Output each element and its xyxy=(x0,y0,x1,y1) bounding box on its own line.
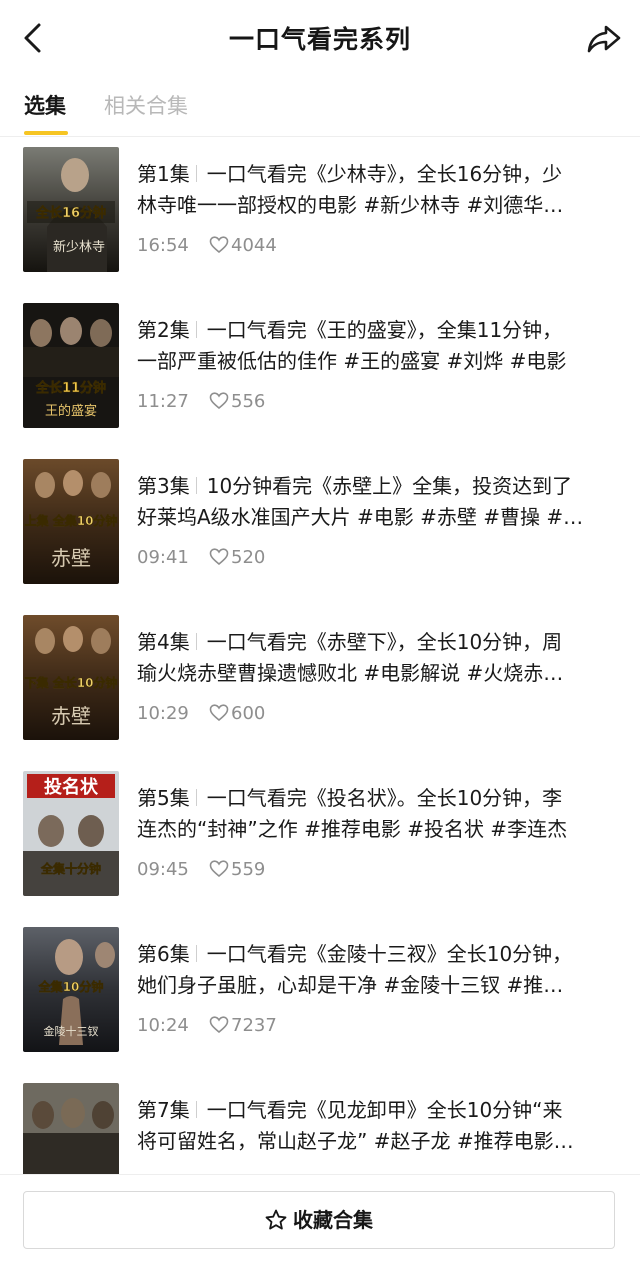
heart-icon xyxy=(209,860,229,878)
active-tab-indicator xyxy=(24,131,68,135)
episode-description: 一部严重被低估的佳作 #王的盛宴 #刘烨 #电影 xyxy=(137,349,567,373)
episode-duration: 09:41 xyxy=(137,547,189,568)
episode-item[interactable]: 上集 全集10分钟 赤壁 第3集 10分钟看完《赤壁上》全集，投资达到了 好莱坞A… xyxy=(0,459,640,615)
star-outline-icon xyxy=(265,1209,287,1230)
episode-poster: 投名状 全集十分钟 xyxy=(23,771,119,896)
episode-number: 第1集 xyxy=(137,162,190,186)
episode-list[interactable]: 全长16分钟 新少林寺 第1集 一口气看完《少林寺》，全长16分钟，少 林寺唯一一… xyxy=(0,137,640,1174)
episode-description: 林寺唯一一部授权的电影 #新少林寺 #刘德华… xyxy=(137,193,564,217)
heart-icon xyxy=(209,1016,229,1034)
like-count: 4044 xyxy=(209,235,277,256)
episode-number: 第5集 xyxy=(137,786,190,810)
poster-title: 新少林寺 xyxy=(53,239,105,255)
episode-item[interactable]: 全长16分钟 新少林寺 第1集 一口气看完《少林寺》，全长16分钟，少 林寺唯一一… xyxy=(0,147,640,303)
episode-title: 一口气看完《见龙卸甲》全长10分钟“来 xyxy=(206,1098,563,1122)
episode-title: 一口气看完《赤壁下》，全长10分钟，周 xyxy=(206,630,563,654)
episode-description: 她们身子虽脏，心却是干净 #金陵十三钗 #推… xyxy=(137,973,564,997)
episode-poster: 全长11分钟 王的盛宴 xyxy=(23,303,119,428)
episode-description: 瑜火烧赤壁曹操遗憾败北 #电影解说 #火烧赤… xyxy=(137,661,564,685)
tab-related-collections[interactable]: 相关合集 xyxy=(104,90,188,120)
episode-item[interactable]: 全集10分钟 金陵十三钗 第6集 一口气看完《金陵十三衩》全长10分钟， 她们身子… xyxy=(0,927,640,1083)
share-button[interactable] xyxy=(584,18,624,58)
heart-icon xyxy=(209,548,229,566)
episode-number: 第7集 xyxy=(137,1098,190,1122)
poster-caption: 全集10分钟 xyxy=(38,979,104,994)
episode-poster xyxy=(23,1083,119,1174)
poster-title: 王的盛宴 xyxy=(45,403,97,419)
poster-caption: 全集十分钟 xyxy=(40,861,101,876)
poster-title: 投名状 xyxy=(44,776,99,798)
episode-item[interactable]: 第7集 一口气看完《见龙卸甲》全长10分钟“来 将可留姓名，常山赵子龙” #赵子龙… xyxy=(0,1083,640,1174)
top-bar: 一口气看完系列 xyxy=(0,0,640,78)
like-count: 556 xyxy=(209,391,265,412)
tab-episodes[interactable]: 选集 xyxy=(24,90,66,120)
like-count: 559 xyxy=(209,859,265,880)
poster-title: 赤壁 xyxy=(51,546,91,570)
like-count: 7237 xyxy=(209,1015,277,1036)
episode-duration: 09:45 xyxy=(137,859,189,880)
share-arrow-icon xyxy=(587,25,621,53)
bottom-bar: 收藏合集 xyxy=(0,1174,640,1261)
episode-title: 10分钟看完《赤壁上》全集，投资达到了 xyxy=(206,474,573,498)
episode-description: 连杰的“封神”之作 #推荐电影 #投名状 #李连杰 xyxy=(137,817,568,841)
episode-number: 第3集 xyxy=(137,474,190,498)
heart-icon xyxy=(209,704,229,722)
episode-duration: 11:27 xyxy=(137,391,189,412)
poster-caption: 上集 全集10分钟 xyxy=(25,513,118,528)
heart-icon xyxy=(209,392,229,410)
poster-caption: 下集 全长10分钟 xyxy=(25,675,118,690)
episode-title: 一口气看完《少林寺》，全长16分钟，少 xyxy=(206,162,563,186)
episode-item[interactable]: 全长11分钟 王的盛宴 第2集 一口气看完《王的盛宴》，全集11分钟， 一部严重被… xyxy=(0,303,640,459)
poster-title: 金陵十三钗 xyxy=(44,1024,99,1038)
page-title: 一口气看完系列 xyxy=(228,25,411,54)
episode-item[interactable]: 下集 全长10分钟 赤壁 第4集 一口气看完《赤壁下》，全长10分钟，周 瑜火烧赤… xyxy=(0,615,640,771)
heart-icon xyxy=(209,236,229,254)
episode-poster: 下集 全长10分钟 赤壁 xyxy=(23,615,119,740)
poster-caption: 全长11分钟 xyxy=(35,380,106,396)
episode-duration: 16:54 xyxy=(137,235,189,256)
episode-poster: 上集 全集10分钟 赤壁 xyxy=(23,459,119,584)
episode-number: 第2集 xyxy=(137,318,190,342)
tab-bar: 选集 相关合集 xyxy=(0,82,640,137)
poster-title: 赤壁 xyxy=(51,704,91,728)
episode-title: 一口气看完《王的盛宴》，全集11分钟， xyxy=(206,318,563,342)
episode-description: 好莱坞A级水准国产大片 #电影 #赤壁 #曹操 #… xyxy=(137,505,584,529)
like-count: 520 xyxy=(209,547,265,568)
episode-duration: 10:24 xyxy=(137,1015,189,1036)
episode-duration: 10:29 xyxy=(137,703,189,724)
episode-poster: 全长16分钟 新少林寺 xyxy=(23,147,119,272)
episode-item[interactable]: 投名状 全集十分钟 第5集 一口气看完《投名状》。全长10分钟，李 连杰的“封神”… xyxy=(0,771,640,927)
poster-caption: 全长16分钟 xyxy=(35,205,106,221)
episode-poster: 全集10分钟 金陵十三钗 xyxy=(23,927,119,1052)
episode-description: 将可留姓名，常山赵子龙” #赵子龙 #推荐电影… xyxy=(137,1129,574,1153)
episode-number: 第4集 xyxy=(137,630,190,654)
episode-number: 第6集 xyxy=(137,942,190,966)
episode-title: 一口气看完《投名状》。全长10分钟，李 xyxy=(206,786,563,810)
episode-title: 一口气看完《金陵十三衩》全长10分钟， xyxy=(206,942,573,966)
collect-collection-button[interactable]: 收藏合集 xyxy=(23,1191,615,1249)
like-count: 600 xyxy=(209,703,265,724)
